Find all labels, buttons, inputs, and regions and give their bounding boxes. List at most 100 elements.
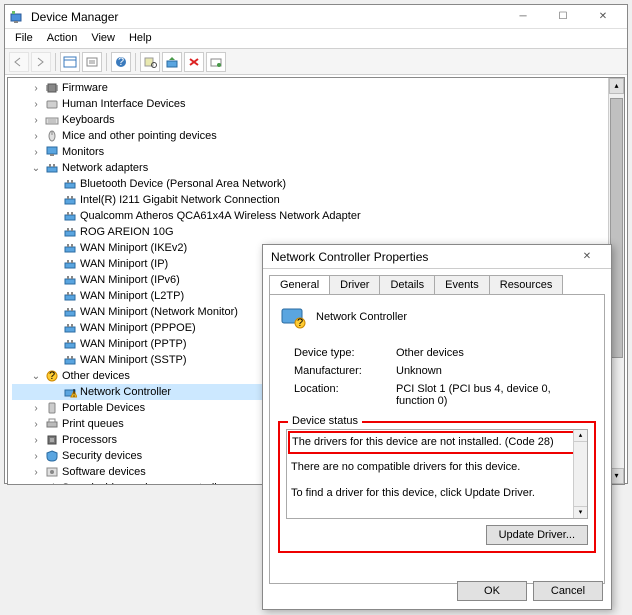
dialog-close-button[interactable]: ✕ xyxy=(567,245,607,269)
tree-node[interactable]: ·Qualcomm Atheros QCA61x4A Wireless Netw… xyxy=(12,208,622,224)
tree-node[interactable]: › Monitors xyxy=(12,144,622,160)
warn-icon: ! xyxy=(62,385,78,399)
tree-node[interactable]: › Mice and other pointing devices xyxy=(12,128,622,144)
expand-icon[interactable]: › xyxy=(30,115,42,126)
expand-placeholder: · xyxy=(48,275,60,286)
expand-icon[interactable]: › xyxy=(30,147,42,158)
svg-text:!: ! xyxy=(72,388,75,399)
kb-icon xyxy=(44,113,60,127)
update-driver-button[interactable] xyxy=(162,52,182,72)
tree-node[interactable]: · ROG AREION 10G xyxy=(12,224,622,240)
tree-node-label: Firmware xyxy=(62,82,108,94)
tree-node-label: WAN Miniport (PPPOE) xyxy=(80,322,196,334)
tree-node-label: Mice and other pointing devices xyxy=(62,130,217,142)
tree-node-label: WAN Miniport (IKEv2) xyxy=(80,242,187,254)
status-label: Device status xyxy=(288,415,362,427)
expand-placeholder: · xyxy=(48,291,60,302)
tree-node[interactable]: › Firmware xyxy=(12,80,622,96)
expand-placeholder: · xyxy=(48,211,60,222)
minimize-button[interactable]: ─ xyxy=(503,5,543,29)
scan-button[interactable] xyxy=(140,52,160,72)
net-icon xyxy=(62,225,78,239)
sec-icon xyxy=(44,449,60,463)
tab-general[interactable]: General xyxy=(269,275,330,294)
tree-node-label: WAN Miniport (PPTP) xyxy=(80,338,187,350)
uninstall-button[interactable] xyxy=(184,52,204,72)
tree-node[interactable]: ·Bluetooth Device (Personal Area Network… xyxy=(12,176,622,192)
separator xyxy=(106,53,107,71)
device-status-group: Device status The drivers for this devic… xyxy=(278,421,596,553)
tab-events[interactable]: Events xyxy=(434,275,490,294)
forward-button[interactable] xyxy=(31,52,51,72)
tree-node-label: ROG AREION 10G xyxy=(80,226,174,238)
expand-icon[interactable]: › xyxy=(30,467,42,478)
tab-driver[interactable]: Driver xyxy=(329,275,380,294)
tree-node[interactable]: ·Intel(R) I211 Gigabit Network Connectio… xyxy=(12,192,622,208)
net-icon xyxy=(62,353,78,367)
expand-icon[interactable]: › xyxy=(30,483,42,486)
menu-view[interactable]: View xyxy=(85,30,121,47)
scroll-down-icon[interactable]: ▾ xyxy=(574,506,587,518)
expand-placeholder: · xyxy=(48,179,60,190)
show-hidden-button[interactable] xyxy=(60,52,80,72)
dialog-title: Network Controller Properties xyxy=(267,250,567,264)
expand-icon[interactable]: › xyxy=(30,451,42,462)
titlebar: Device Manager ─ ☐ ✕ xyxy=(5,5,627,29)
expand-placeholder: · xyxy=(48,195,60,206)
menubar: File Action View Help xyxy=(5,29,627,49)
expand-icon[interactable]: › xyxy=(30,419,42,430)
svg-text:?: ? xyxy=(297,317,303,329)
tree-node-label: WAN Miniport (IP) xyxy=(80,258,168,270)
expand-placeholder: · xyxy=(48,323,60,334)
tree-node-label: Sound, video and game controllers xyxy=(62,482,232,485)
tree-node-label: Monitors xyxy=(62,146,104,158)
ok-button[interactable]: OK xyxy=(457,581,527,601)
tree-node[interactable]: ›Human Interface Devices xyxy=(12,96,622,112)
help-button[interactable]: ? xyxy=(111,52,131,72)
dialog-titlebar: Network Controller Properties ✕ xyxy=(263,245,611,269)
mon-icon xyxy=(44,145,60,159)
status-textbox[interactable]: The drivers for this device are not inst… xyxy=(286,429,588,519)
expand-icon[interactable]: › xyxy=(30,83,42,94)
tree-node[interactable]: ›Keyboards xyxy=(12,112,622,128)
net-icon xyxy=(62,209,78,223)
expand-icon[interactable]: › xyxy=(30,131,42,142)
tree-node-label: WAN Miniport (L2TP) xyxy=(80,290,184,302)
scroll-up-icon[interactable]: ▴ xyxy=(574,430,587,442)
tree-node-label: WAN Miniport (IPv6) xyxy=(80,274,180,286)
toolbar: ? xyxy=(5,49,627,75)
expand-icon[interactable]: › xyxy=(30,403,42,414)
properties-dialog: Network Controller Properties ✕ General … xyxy=(262,244,612,610)
expand-icon[interactable]: › xyxy=(30,435,42,446)
menu-action[interactable]: Action xyxy=(41,30,84,47)
collapse-icon[interactable]: ⌄ xyxy=(30,163,42,174)
menu-file[interactable]: File xyxy=(9,30,39,47)
port-icon xyxy=(44,401,60,415)
expand-icon[interactable]: › xyxy=(30,99,42,110)
scroll-up-button[interactable]: ▴ xyxy=(609,78,624,94)
tree-node-label: Print queues xyxy=(62,418,124,430)
expand-placeholder: · xyxy=(48,339,60,350)
enable-button[interactable] xyxy=(206,52,226,72)
cancel-button[interactable]: Cancel xyxy=(533,581,603,601)
info-value: Unknown xyxy=(392,363,594,379)
expand-placeholder: · xyxy=(48,259,60,270)
net-icon xyxy=(62,177,78,191)
tab-details[interactable]: Details xyxy=(379,275,435,294)
collapse-icon[interactable]: ⌄ xyxy=(30,371,42,382)
net-icon xyxy=(62,337,78,351)
info-label: Manufacturer: xyxy=(290,363,390,379)
back-button[interactable] xyxy=(9,52,29,72)
expand-placeholder: · xyxy=(48,307,60,318)
info-value: Other devices xyxy=(392,345,594,361)
tree-node-label: Software devices xyxy=(62,466,146,478)
tab-resources[interactable]: Resources xyxy=(489,275,564,294)
update-driver-button[interactable]: Update Driver... xyxy=(486,525,588,545)
maximize-button[interactable]: ☐ xyxy=(543,5,583,29)
menu-help[interactable]: Help xyxy=(123,30,158,47)
close-button[interactable]: ✕ xyxy=(583,5,623,29)
tree-node[interactable]: ⌄Network adapters xyxy=(12,160,622,176)
expand-placeholder: · xyxy=(48,227,60,238)
status-scrollbar[interactable]: ▴ ▾ xyxy=(573,430,587,518)
properties-button[interactable] xyxy=(82,52,102,72)
